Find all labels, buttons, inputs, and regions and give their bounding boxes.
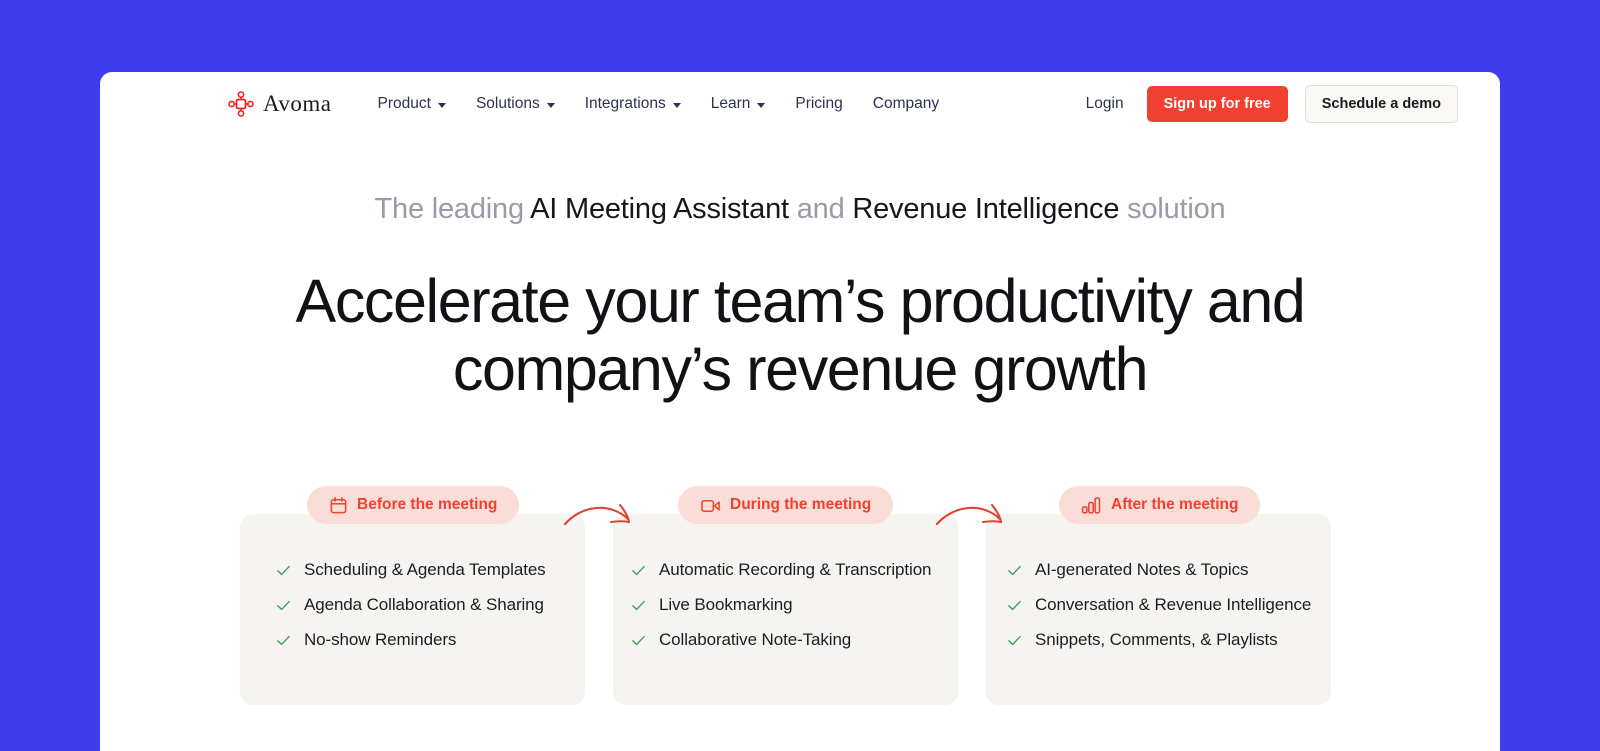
chevron-down-icon xyxy=(546,102,555,108)
eyebrow-part-2: AI Meeting Assistant xyxy=(530,193,789,225)
feature-list-before: Scheduling & Agenda Templates Agenda Col… xyxy=(276,560,546,650)
nav-label: Company xyxy=(872,95,940,112)
list-item: Collaborative Note-Taking xyxy=(631,630,931,650)
feature-label: AI-generated Notes & Topics xyxy=(1035,560,1249,579)
feature-label: Snippets, Comments, & Playlists xyxy=(1035,630,1278,649)
curved-arrow-right-icon xyxy=(934,492,1010,541)
chevron-down-icon xyxy=(757,102,766,108)
list-item: Agenda Collaboration & Sharing xyxy=(276,595,546,615)
stage-badge-label: After the meeting xyxy=(1111,496,1239,513)
feature-label: Collaborative Note-Taking xyxy=(659,630,852,649)
eyebrow-part-5: solution xyxy=(1119,193,1226,225)
feature-label: Automatic Recording & Transcription xyxy=(659,560,932,579)
nav-label: Product xyxy=(377,95,431,112)
list-item: Live Bookmarking xyxy=(631,595,931,615)
signup-button[interactable]: Sign up for free xyxy=(1146,86,1288,122)
nav-label: Pricing xyxy=(795,95,843,112)
stage-badge-during: During the meeting xyxy=(678,486,894,524)
main-panel: Avoma Product Solutions Integrations Lea… xyxy=(100,72,1500,751)
list-item: AI-generated Notes & Topics xyxy=(1007,560,1311,580)
nav-actions: Login Sign up for free Schedule a demo xyxy=(1086,85,1458,123)
check-icon xyxy=(277,635,290,645)
video-camera-icon xyxy=(700,496,721,515)
brand-name: Avoma xyxy=(263,91,332,116)
check-icon xyxy=(1008,600,1021,610)
list-item: Conversation & Revenue Intelligence xyxy=(1007,595,1311,615)
feature-list-after: AI-generated Notes & Topics Conversation… xyxy=(1007,560,1311,650)
stage-badge-label: Before the meeting xyxy=(357,496,498,513)
schedule-demo-button[interactable]: Schedule a demo xyxy=(1304,85,1458,123)
feature-label: Conversation & Revenue Intelligence xyxy=(1035,595,1312,614)
feature-list-during: Automatic Recording & Transcription Live… xyxy=(631,560,932,650)
check-icon xyxy=(277,565,290,575)
feature-label: Scheduling & Agenda Templates xyxy=(304,560,546,579)
eyebrow-part-1: The leading xyxy=(374,193,531,225)
nav-item-solutions[interactable]: Solutions xyxy=(476,95,555,113)
meeting-stages: Before the meeting During the meeting Af… xyxy=(100,486,1500,751)
nav-label: Integrations xyxy=(584,95,666,112)
stage-badge-after: After the meeting xyxy=(1059,486,1261,524)
curved-arrow-right-icon xyxy=(562,492,638,541)
nav-item-learn[interactable]: Learn xyxy=(711,95,766,113)
check-icon xyxy=(1008,635,1021,645)
check-icon xyxy=(277,600,290,610)
eyebrow-part-4: Revenue Intelligence xyxy=(852,193,1120,225)
check-icon xyxy=(1008,565,1021,575)
nav-label: Solutions xyxy=(475,95,540,112)
check-icon xyxy=(632,565,645,575)
login-link[interactable]: Login xyxy=(1086,95,1124,113)
nav-label: Learn xyxy=(710,95,751,112)
feature-label: Agenda Collaboration & Sharing xyxy=(304,595,544,614)
page-background: Avoma Product Solutions Integrations Lea… xyxy=(0,0,1600,751)
brand-logo[interactable]: Avoma xyxy=(228,91,332,117)
site-navbar: Avoma Product Solutions Integrations Lea… xyxy=(100,72,1500,136)
list-item: Snippets, Comments, & Playlists xyxy=(1007,630,1311,650)
primary-nav: Product Solutions Integrations Learn Pri… xyxy=(378,95,940,113)
nav-item-company[interactable]: Company xyxy=(873,95,939,113)
hero-eyebrow: The leading AI Meeting Assistant and Rev… xyxy=(100,192,1500,227)
nav-item-integrations[interactable]: Integrations xyxy=(585,95,681,113)
chevron-down-icon xyxy=(672,102,681,108)
feature-label: Live Bookmarking xyxy=(659,595,793,614)
nav-item-product[interactable]: Product xyxy=(378,95,446,113)
avoma-node-logo-icon xyxy=(228,91,254,117)
hero-section: The leading AI Meeting Assistant and Rev… xyxy=(100,192,1500,403)
stage-badge-label: During the meeting xyxy=(730,496,872,513)
check-icon xyxy=(632,600,645,610)
check-icon xyxy=(632,635,645,645)
nav-item-pricing[interactable]: Pricing xyxy=(795,95,842,113)
list-item: Automatic Recording & Transcription xyxy=(631,560,932,580)
chevron-down-icon xyxy=(437,102,446,108)
stage-badge-before: Before the meeting xyxy=(307,486,520,524)
calendar-icon xyxy=(329,496,348,515)
eyebrow-part-3: and xyxy=(788,193,853,225)
list-item: No-show Reminders xyxy=(276,630,546,650)
feature-label: No-show Reminders xyxy=(304,630,457,649)
list-item: Scheduling & Agenda Templates xyxy=(276,560,546,580)
bar-chart-icon xyxy=(1081,496,1102,515)
page-title: Accelerate your team’s productivity and … xyxy=(295,266,1306,404)
